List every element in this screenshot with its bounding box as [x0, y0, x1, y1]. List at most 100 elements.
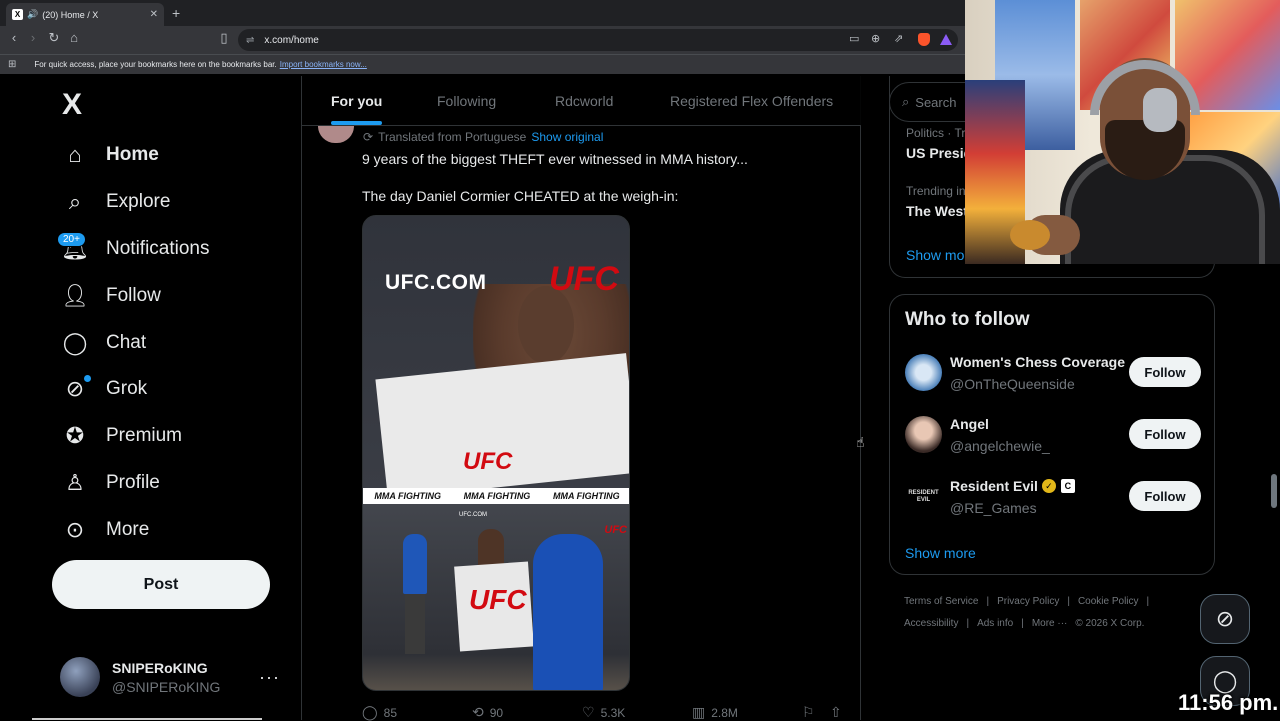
avatar — [905, 416, 942, 453]
x-logo-icon[interactable]: X — [62, 88, 82, 122]
suggestion-name: Women's Chess Coverage — [950, 354, 1126, 370]
tab-registered-flex-offenders[interactable]: Registered Flex Offenders — [670, 93, 833, 109]
trend-meta: Trending in — [906, 184, 966, 198]
suggestion-handle: @RE_Games — [950, 500, 1037, 516]
towel — [375, 353, 629, 499]
show-original-link[interactable]: Show original — [531, 130, 603, 144]
tab-rdcworld[interactable]: Rdcworld — [555, 93, 613, 109]
views-button[interactable]: ▥ 2.8M — [692, 704, 738, 721]
brave-rewards-icon[interactable] — [940, 34, 952, 45]
new-tab-button[interactable]: + — [172, 5, 180, 21]
tab-title: (20) Home / X — [42, 9, 99, 20]
nav-chat[interactable]: ◯ Chat — [60, 323, 146, 363]
account-name: SNIPERoKING — [112, 659, 208, 676]
official-legs — [405, 594, 425, 654]
chat-icon: ◯ — [62, 330, 88, 355]
suggestion-name: Angel — [950, 416, 989, 432]
footer-link[interactable]: More ··· — [1032, 618, 1068, 629]
grok-notification-dot — [84, 375, 91, 382]
nav-profile[interactable]: ♙ Profile — [60, 463, 160, 503]
ufc-com-sign: UFC.COM — [385, 271, 487, 294]
cast-icon[interactable]: ▭ — [849, 32, 859, 45]
who-to-follow-show-more-link[interactable]: Show more — [905, 545, 976, 561]
views-count: 2.8M — [711, 705, 738, 720]
feed-tabs: For you Following Rdcworld Registered Fl… — [302, 76, 861, 126]
post-author-avatar[interactable] — [318, 126, 354, 143]
nav-explore-label: Explore — [106, 191, 171, 212]
post-media[interactable]: UFC.COM UFC UFC MMA FIGHTING MMA FIGHTIN… — [362, 215, 630, 691]
translated-label: Translated from Portuguese — [378, 130, 527, 144]
close-tab-icon[interactable]: ✕ — [150, 9, 158, 20]
active-tab-indicator — [331, 121, 382, 125]
apps-grid-icon[interactable]: ⊞ — [8, 59, 16, 70]
tab-for-you[interactable]: For you — [331, 93, 382, 109]
follow-button[interactable]: Follow — [1129, 481, 1201, 511]
repost-button[interactable]: ⟲ 90 — [472, 704, 503, 721]
footer-link[interactable]: Accessibility — [904, 618, 958, 629]
nav-grok-label: Grok — [106, 378, 148, 399]
follow-button[interactable]: Follow — [1129, 419, 1201, 449]
post-text-line1: 9 years of the biggest THEFT ever witnes… — [362, 151, 748, 167]
webcam-overlay — [965, 0, 1280, 264]
page-scrollbar[interactable] — [1271, 474, 1277, 508]
suggestion-handle: @OnTheQueenside — [950, 376, 1075, 392]
avatar — [905, 354, 942, 391]
grok-float-button[interactable]: ⊘ — [1200, 594, 1250, 644]
repost-count: 90 — [489, 705, 504, 720]
follow-suggestion[interactable]: Women's Chess Coverage @OnTheQueenside F… — [905, 351, 1201, 395]
back-icon[interactable]: ‹ — [5, 30, 23, 45]
nav-follow-label: Follow — [106, 285, 161, 306]
site-settings-icon[interactable]: ⇌ — [246, 35, 254, 46]
home-page-icon[interactable]: ⌂ — [65, 30, 83, 45]
nav-profile-label: Profile — [106, 472, 160, 493]
nav-grok[interactable]: ⊘ Grok — [60, 369, 147, 409]
suggestion-handle: @angelchewie_ — [950, 438, 1050, 454]
zoom-icon[interactable]: ⊕ — [871, 32, 880, 45]
trend-title[interactable]: The West — [906, 203, 968, 219]
media-bottom-photo: UFC.COM UFC UFC — [363, 504, 629, 690]
footer-link[interactable]: Terms of Service — [904, 596, 978, 607]
like-button[interactable]: ♡ 5.3K — [582, 704, 625, 721]
browser-tab[interactable]: X 🔊 (20) Home / X ✕ — [6, 3, 164, 26]
resident-evil-logo: RESIDENT EVIL — [905, 478, 942, 515]
bookmark-icon[interactable]: ▯ — [215, 30, 233, 46]
nav-follow[interactable]: 👤︎ Follow — [60, 276, 161, 316]
nav-home[interactable]: ⌂ Home — [60, 135, 158, 175]
ufc-logo-small: UFC — [604, 524, 627, 536]
reply-icon: ◯ — [362, 704, 378, 720]
towel-logo-small: UFC — [469, 584, 527, 615]
speaker-icon[interactable]: 🔊 — [27, 9, 38, 20]
search-icon: ⌕ — [902, 94, 910, 109]
import-bookmarks-link[interactable]: Import bookmarks now... — [280, 60, 367, 69]
url-text: x.com/home — [264, 34, 319, 46]
account-handle: @SNIPERoKING — [112, 678, 221, 695]
follow-suggestion[interactable]: RESIDENT EVIL Resident Evil ✓ C @RE_Game… — [905, 475, 1201, 519]
nav-more[interactable]: ⊙ More — [60, 510, 150, 550]
repost-icon: ⟲ — [472, 704, 484, 720]
forward-icon[interactable]: › — [24, 30, 42, 45]
profile-icon: ♙ — [65, 470, 85, 495]
reply-button[interactable]: ◯ 85 — [362, 704, 397, 721]
share-post-button[interactable]: ⇧ — [830, 704, 848, 721]
bookmark-post-button[interactable]: ⚐ — [802, 704, 821, 721]
footer-link[interactable]: Ads info — [977, 618, 1013, 629]
more-dots-icon[interactable]: ··· — [259, 667, 280, 688]
reload-icon[interactable]: ↻ — [45, 30, 63, 46]
translate-icon: ⟳ — [363, 130, 374, 144]
notifications-badge: 20+ — [57, 232, 86, 247]
account-switcher[interactable]: SNIPERoKING @SNIPERoKING ··· — [60, 654, 300, 700]
bookmarks-message: For quick access, place your bookmarks h… — [34, 60, 277, 69]
nav-explore[interactable]: ⌕ Explore — [60, 182, 171, 222]
grok-icon: ⊘ — [1215, 606, 1235, 631]
tab-following[interactable]: Following — [437, 93, 496, 109]
post-button[interactable]: Post — [52, 560, 270, 609]
post-text-line2: The day Daniel Cormier CHEATED at the we… — [362, 188, 679, 204]
footer-link[interactable]: Cookie Policy — [1078, 596, 1139, 607]
follow-suggestion[interactable]: Angel @angelchewie_ Follow — [905, 413, 1201, 457]
follow-button[interactable]: Follow — [1129, 357, 1201, 387]
footer-link[interactable]: Privacy Policy — [997, 596, 1059, 607]
footer-links-row2: Accessibility | Ads info | More ··· © 2026… — [904, 618, 1145, 629]
brave-shield-icon[interactable] — [918, 33, 930, 46]
share-icon[interactable]: ⇗ — [894, 32, 903, 45]
nav-premium[interactable]: ✪ Premium — [60, 416, 182, 456]
